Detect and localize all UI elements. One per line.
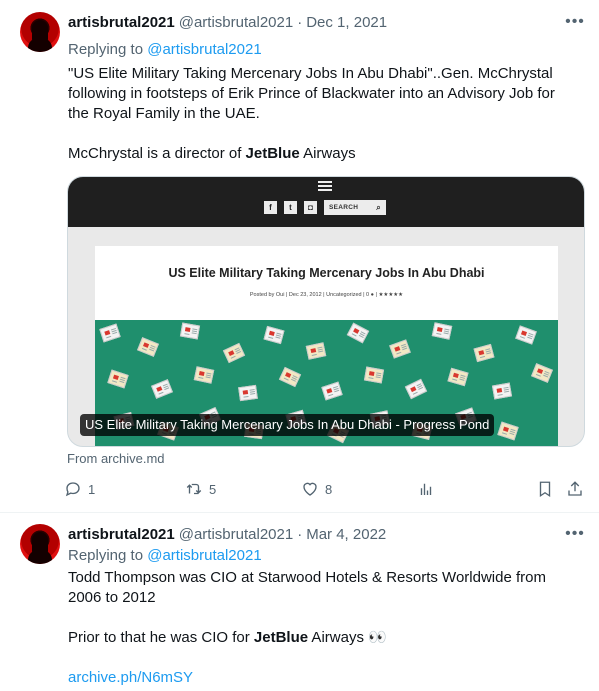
replying-prefix: Replying to bbox=[68, 547, 144, 564]
share-button[interactable] bbox=[566, 479, 584, 499]
heart-icon bbox=[303, 482, 317, 496]
text-prefix: McChrystal is a director of bbox=[68, 145, 246, 162]
tweet-text-line: 2006 to 2012 bbox=[68, 589, 156, 606]
more-icon[interactable]: ••• bbox=[565, 526, 585, 548]
reply-button[interactable]: 1 bbox=[64, 479, 95, 499]
reply-count: 1 bbox=[88, 481, 96, 497]
tweet[interactable]: artisbrutal2021 @artisbrutal2021 · Dec 1… bbox=[0, 0, 599, 513]
avatar[interactable] bbox=[20, 12, 60, 52]
tweet-text-second: Prior to that he was CIO for JetBlue Air… bbox=[68, 628, 583, 648]
user-name[interactable]: artisbrutal2021 bbox=[68, 526, 175, 543]
user-name[interactable]: artisbrutal2021 bbox=[68, 14, 175, 31]
text-bold: JetBlue bbox=[253, 629, 309, 646]
replying-to: Replying to @artisbrutal2021 bbox=[68, 547, 262, 564]
retweet-button[interactable]: 5 bbox=[185, 479, 216, 499]
replying-prefix: Replying to bbox=[68, 41, 144, 58]
views-button[interactable] bbox=[417, 479, 435, 499]
retweet-icon bbox=[186, 483, 202, 495]
tweet-actions: 1 5 8 bbox=[64, 479, 589, 499]
tweet-text-line: following in footsteps of Erik Prince of… bbox=[68, 85, 555, 102]
replying-mention[interactable]: @artisbrutal2021 bbox=[147, 547, 261, 564]
more-icon[interactable]: ••• bbox=[565, 14, 585, 36]
article-title: US Elite Military Taking Mercenary Jobs … bbox=[168, 266, 485, 280]
text-suffix: Airways 👀 bbox=[308, 629, 387, 646]
replying-to: Replying to @artisbrutal2021 bbox=[68, 41, 262, 58]
tweet-text: "US Elite Military Taking Mercenary Jobs… bbox=[68, 64, 583, 124]
text-suffix: Airways bbox=[299, 145, 356, 162]
tweet[interactable]: artisbrutal2021 @artisbrutal2021 · Mar 4… bbox=[0, 514, 599, 691]
user-handle[interactable]: @artisbrutal2021 bbox=[179, 14, 293, 31]
search-icon: ⌕ bbox=[376, 203, 381, 212]
site-header: f t ◘ SEARCH ⌕ bbox=[68, 177, 584, 227]
tweet-header: artisbrutal2021 @artisbrutal2021 · Dec 1… bbox=[68, 12, 387, 32]
tweet-link[interactable]: archive.ph/N6mSY bbox=[68, 668, 583, 688]
card-caption[interactable]: US Elite Military Taking Mercenary Jobs … bbox=[80, 414, 495, 436]
tweet-header: artisbrutal2021 @artisbrutal2021 · Mar 4… bbox=[68, 524, 386, 544]
views-icon bbox=[420, 483, 432, 495]
text-bold: JetBlue bbox=[245, 145, 300, 162]
tweet-date[interactable]: Mar 4, 2022 bbox=[306, 526, 386, 543]
separator-dot: · bbox=[297, 525, 303, 543]
twitter-icon: t bbox=[284, 201, 297, 214]
share-icon bbox=[568, 481, 582, 496]
card-source[interactable]: From archive.md bbox=[67, 451, 165, 466]
bookmark-icon bbox=[539, 481, 551, 498]
tweet-text-line: "US Elite Military Taking Mercenary Jobs… bbox=[68, 65, 553, 82]
tweet-text-second: McChrystal is a director of JetBlue Airw… bbox=[68, 144, 583, 164]
site-search-label: SEARCH bbox=[329, 204, 359, 211]
like-button[interactable]: 8 bbox=[301, 479, 332, 499]
article-meta: Posted by Oui | Dec 23, 2012 | Uncategor… bbox=[249, 292, 404, 298]
link-card[interactable]: f t ◘ SEARCH ⌕ US Elite Military Taking … bbox=[67, 176, 585, 447]
tweet-text-line: the Royal Family in the UAE. bbox=[68, 105, 260, 122]
bookmark-button[interactable] bbox=[536, 479, 554, 499]
separator-dot: · bbox=[297, 13, 303, 31]
site-search-box: SEARCH ⌕ bbox=[324, 200, 386, 215]
avatar[interactable] bbox=[20, 524, 60, 564]
user-handle[interactable]: @artisbrutal2021 bbox=[179, 526, 293, 543]
replying-mention[interactable]: @artisbrutal2021 bbox=[147, 41, 261, 58]
facebook-icon: f bbox=[264, 201, 277, 214]
tweet-text: Todd Thompson was CIO at Starwood Hotels… bbox=[68, 568, 583, 608]
reply-icon bbox=[65, 482, 80, 497]
like-count: 8 bbox=[325, 481, 333, 497]
tweet-date[interactable]: Dec 1, 2021 bbox=[306, 14, 387, 31]
tweet-text-line: Todd Thompson was CIO at Starwood Hotels… bbox=[68, 569, 546, 586]
retweet-count: 5 bbox=[209, 481, 217, 497]
instagram-icon: ◘ bbox=[304, 201, 317, 214]
menu-icon bbox=[318, 179, 332, 191]
text-prefix: Prior to that he was CIO for bbox=[68, 629, 254, 646]
